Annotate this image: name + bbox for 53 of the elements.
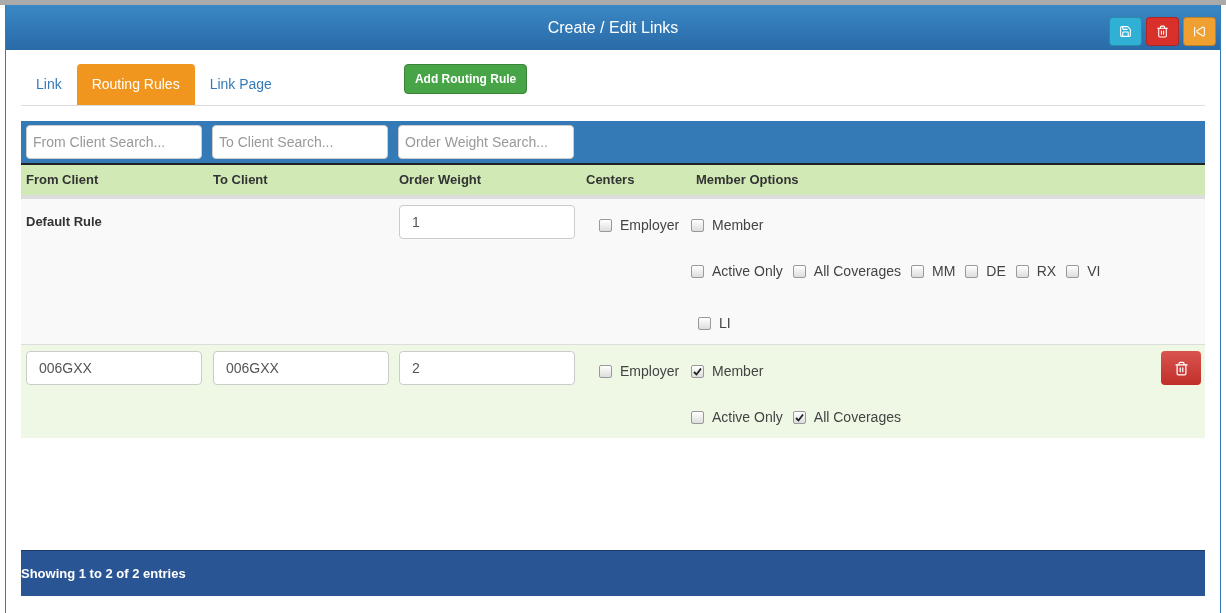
trash-icon <box>1156 25 1169 38</box>
checkbox-label: Employer <box>620 216 680 235</box>
checkbox-label: LI <box>719 314 731 333</box>
checkbox[interactable] <box>691 365 704 378</box>
checkbox[interactable] <box>792 265 806 278</box>
order-weight-field[interactable]: 1 <box>399 205 575 239</box>
save-icon <box>1119 25 1132 38</box>
search-field[interactable]: To Client Search... <box>212 125 388 159</box>
checkbox-label: RX <box>1036 262 1057 281</box>
checkbox-label: Active Only <box>712 262 783 281</box>
delete-row-button[interactable] <box>1161 351 1201 385</box>
checkbox-label: Employer <box>620 362 680 381</box>
checkbox-label: Active Only <box>712 408 783 427</box>
checkbox[interactable] <box>1066 265 1080 278</box>
checkbox[interactable] <box>1015 265 1029 278</box>
skip-back-icon <box>1193 25 1206 38</box>
tab[interactable]: Link Page <box>194 64 287 105</box>
checkbox[interactable] <box>691 411 704 424</box>
back-button[interactable] <box>1183 17 1216 46</box>
client-field[interactable]: 006GXX <box>213 351 389 385</box>
search-field[interactable]: Order Weight Search... <box>398 125 574 159</box>
column-header: Member Options <box>695 171 800 190</box>
checkbox-label: All Coverages <box>813 262 901 281</box>
checkbox[interactable] <box>792 411 806 424</box>
column-header: From Client <box>25 171 100 190</box>
checkbox[interactable] <box>691 219 704 232</box>
window-title: Create / Edit Links <box>547 17 679 38</box>
checkbox[interactable] <box>965 265 979 278</box>
column-header: Order Weight <box>398 171 483 190</box>
entries-info: Showing 1 to 2 of 2 entries <box>21 564 186 583</box>
column-header: Centers <box>585 171 636 190</box>
rule-name: Default Rule <box>25 213 103 231</box>
checkmark-icon <box>794 413 804 422</box>
checkbox-label: All Coverages <box>813 408 901 427</box>
checkmark-icon <box>693 367 702 376</box>
checkbox-label: Member <box>712 362 764 381</box>
checkbox-label: VI <box>1087 262 1101 281</box>
client-field[interactable]: 006GXX <box>26 351 202 385</box>
checkbox-label: MM <box>931 262 956 281</box>
checkbox[interactable] <box>599 365 612 378</box>
checkbox[interactable] <box>698 317 711 330</box>
column-header: To Client <box>212 171 269 190</box>
search-field[interactable]: From Client Search... <box>26 125 202 159</box>
checkbox[interactable] <box>599 219 612 232</box>
checkbox-label: DE <box>986 262 1006 281</box>
checkbox-label: Member <box>712 216 764 235</box>
trash-icon <box>1173 360 1189 376</box>
save-button[interactable] <box>1109 17 1142 46</box>
tab[interactable]: Link <box>21 64 77 105</box>
delete-button[interactable] <box>1146 17 1179 46</box>
checkbox[interactable] <box>910 265 924 278</box>
checkbox[interactable] <box>691 265 704 278</box>
order-weight-field[interactable]: 2 <box>399 351 575 385</box>
